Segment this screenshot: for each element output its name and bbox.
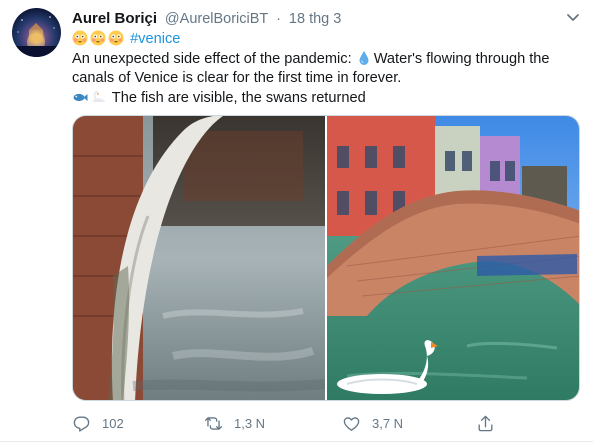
author-handle[interactable]: @AurelBoriciBT bbox=[165, 11, 268, 27]
heart-icon bbox=[343, 416, 360, 431]
canal-under-bridge-image bbox=[73, 116, 325, 400]
fish-icon bbox=[73, 93, 88, 101]
media-photo-right[interactable] bbox=[327, 116, 579, 400]
tweet-line-1: #venice bbox=[72, 30, 582, 50]
hashtag-link[interactable]: #venice bbox=[130, 31, 180, 47]
author-name[interactable]: Aurel Boriçi bbox=[72, 10, 157, 27]
share-icon bbox=[478, 415, 493, 431]
media-grid bbox=[72, 115, 580, 401]
share-button[interactable] bbox=[476, 412, 495, 434]
tweet-line-2: An unexpected side effect of the pandemi… bbox=[72, 50, 582, 70]
media-photo-left[interactable] bbox=[73, 116, 325, 400]
reply-count: 102 bbox=[102, 415, 124, 431]
retweet-count: 1,3 N bbox=[234, 415, 266, 431]
like-button[interactable]: 3,7 N bbox=[342, 412, 403, 434]
tweet-line-3: canals of Venice is clear for the first … bbox=[72, 70, 402, 86]
tweet-timestamp[interactable]: 18 thg 3 bbox=[289, 11, 341, 27]
tweet-header: Aurel Boriçi @AurelBoriciBT · 18 thg 3 bbox=[72, 10, 341, 27]
tweet-text-segment: An unexpected side effect of the pandemi… bbox=[72, 50, 356, 67]
tweet[interactable]: Aurel Boriçi @AurelBoriciBT · 18 thg 3 #… bbox=[0, 0, 593, 442]
tweet-line-4: The fish are visible, the swans returned bbox=[72, 89, 582, 109]
like-count: 3,7 N bbox=[372, 415, 404, 431]
reply-button[interactable]: 102 bbox=[72, 412, 124, 434]
avatar-night-city-image bbox=[12, 16, 61, 57]
retweet-icon bbox=[204, 416, 223, 430]
bridge-swan-image bbox=[327, 116, 579, 400]
more-options-chevron-icon[interactable] bbox=[564, 8, 582, 26]
separator-dot: · bbox=[276, 11, 282, 27]
tweet-text-segment: The fish are visible, the swans returned bbox=[111, 89, 366, 106]
droplet-icon bbox=[359, 50, 369, 65]
avatar[interactable] bbox=[12, 8, 61, 57]
tweet-text: #venice An unexpected side effect of the… bbox=[72, 30, 582, 108]
swan-icon bbox=[93, 90, 105, 102]
tweet-text-segment: Water's flowing through the bbox=[373, 50, 550, 67]
flushed-face-icon bbox=[90, 30, 106, 46]
tweet-actions: 102 1,3 N 3,7 N bbox=[72, 408, 502, 438]
flushed-face-icon bbox=[72, 30, 88, 46]
retweet-button[interactable]: 1,3 N bbox=[204, 412, 265, 434]
flushed-face-icon bbox=[108, 30, 124, 46]
reply-icon bbox=[73, 415, 90, 432]
